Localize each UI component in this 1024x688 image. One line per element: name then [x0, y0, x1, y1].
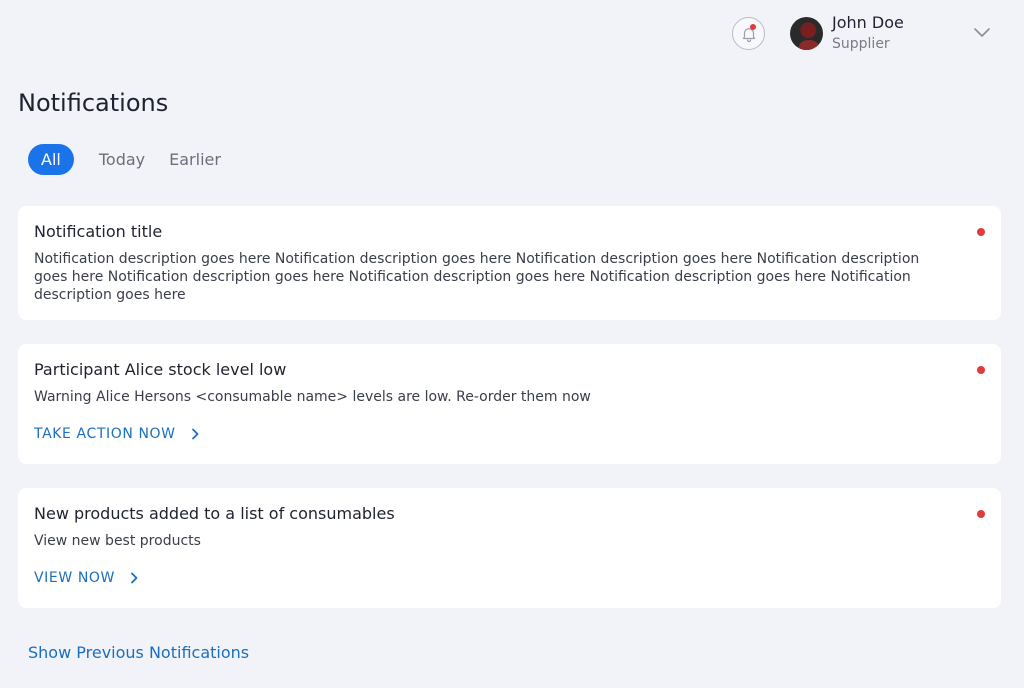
notification-tabs: All Today Earlier: [28, 144, 233, 175]
tab-earlier[interactable]: Earlier: [157, 144, 233, 175]
page-title: Notifications: [18, 89, 169, 117]
notification-description: Notification description goes here Notif…: [34, 251, 920, 303]
unread-indicator-dot: [977, 510, 985, 518]
notification-indicator-dot: [750, 24, 756, 30]
notification-card[interactable]: Participant Alice stock level low Warnin…: [18, 344, 1001, 464]
show-previous-notifications-link[interactable]: Show Previous Notifications: [28, 643, 249, 662]
user-role: Supplier: [832, 36, 890, 52]
notification-card[interactable]: New products added to a list of consumab…: [18, 488, 1001, 608]
tab-all[interactable]: All: [28, 144, 74, 175]
unread-indicator-dot: [977, 366, 985, 374]
notification-title: Notification title: [34, 222, 163, 241]
top-bar: John Doe Supplier: [0, 0, 1024, 70]
chevron-right-icon: [191, 428, 198, 440]
unread-indicator-dot: [977, 228, 985, 236]
chevron-right-icon: [131, 572, 138, 584]
notification-card[interactable]: Notification title Notification descript…: [18, 206, 1001, 320]
action-link-label: VIEW NOW: [34, 570, 115, 586]
notification-description: Warning Alice Hersons <consumable name> …: [34, 389, 591, 405]
notifications-button[interactable]: [732, 17, 765, 50]
action-link-label: TAKE ACTION NOW: [34, 426, 176, 442]
take-action-now-link[interactable]: TAKE ACTION NOW: [34, 426, 200, 442]
notification-title: Participant Alice stock level low: [34, 360, 287, 379]
chevron-down-icon[interactable]: [972, 24, 992, 42]
tab-today[interactable]: Today: [87, 144, 157, 175]
user-name: John Doe: [832, 13, 904, 32]
avatar[interactable]: [790, 17, 823, 50]
view-now-link[interactable]: VIEW NOW: [34, 570, 139, 586]
notification-title: New products added to a list of consumab…: [34, 504, 395, 523]
notifications-page: John Doe Supplier Notifications All Toda…: [0, 0, 1024, 688]
notification-description: View new best products: [34, 533, 201, 549]
